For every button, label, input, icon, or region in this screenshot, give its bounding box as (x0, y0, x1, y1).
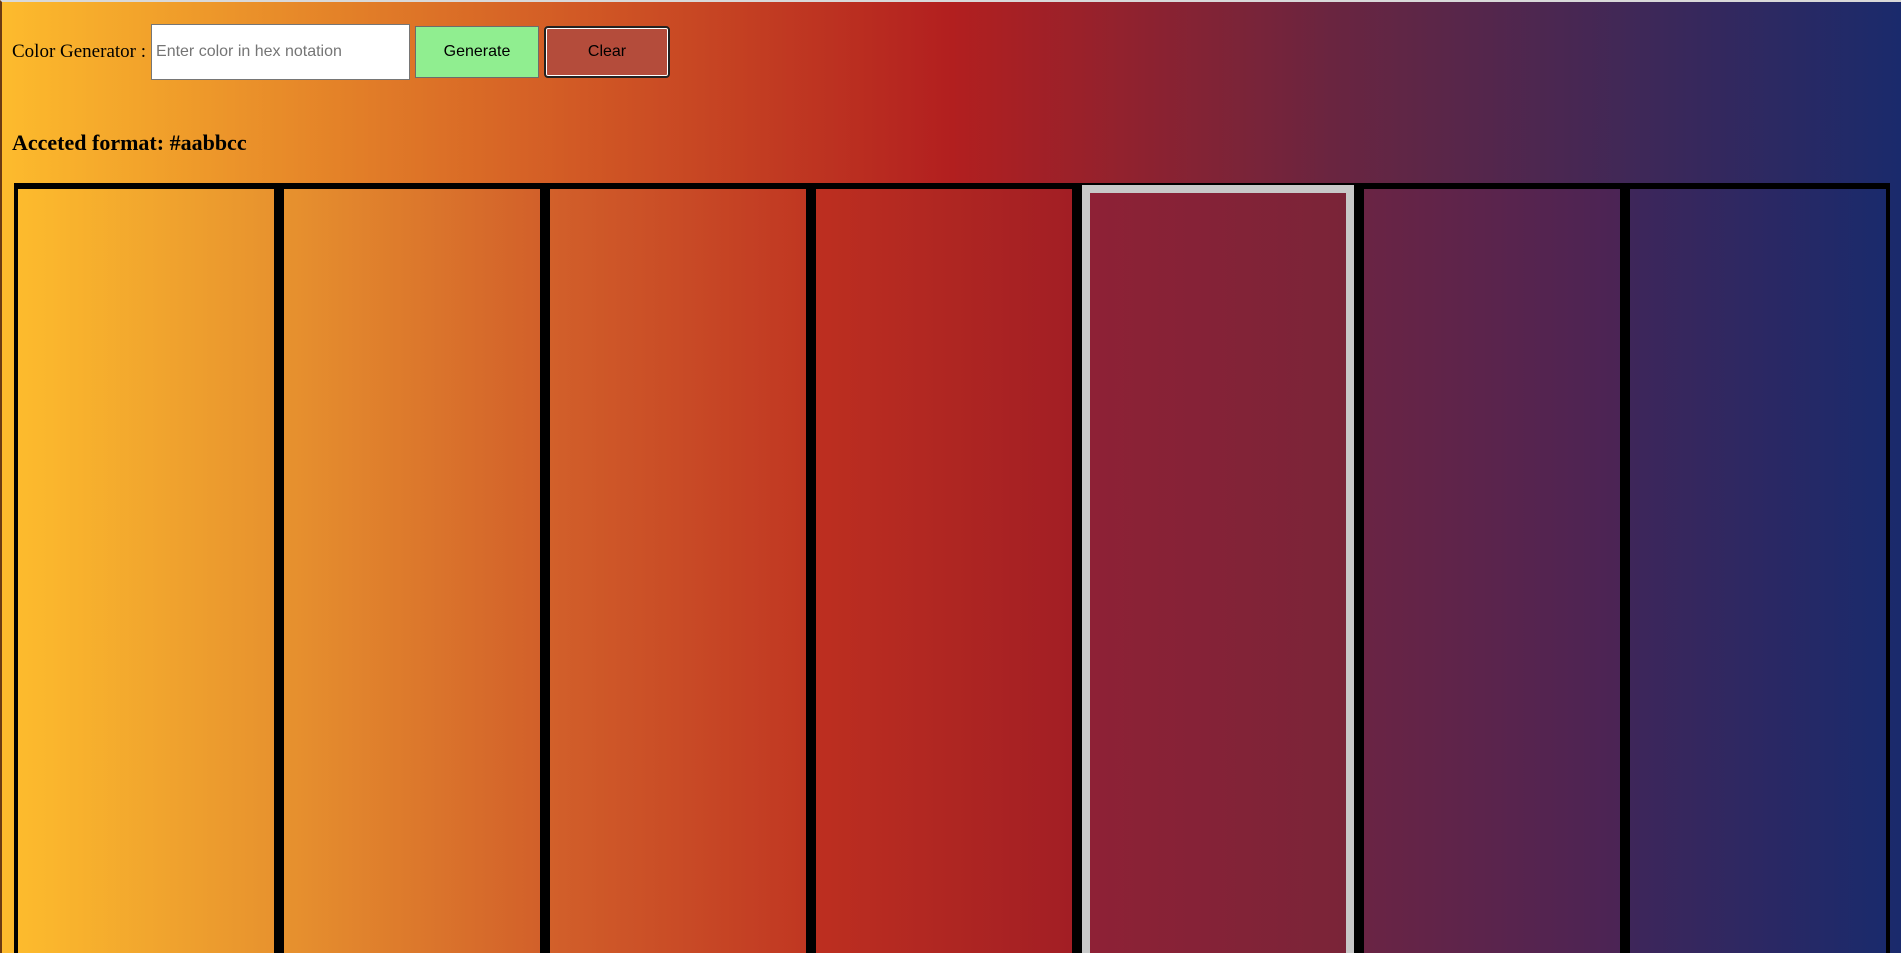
color-swatch-3[interactable] (550, 189, 806, 953)
generate-button[interactable]: Generate (415, 26, 540, 78)
color-swatch-1[interactable] (18, 189, 274, 953)
color-swatch-grid (14, 183, 1890, 953)
hex-color-input[interactable] (151, 24, 411, 80)
generator-toolbar: Color Generator : Generate Clear (12, 22, 675, 82)
color-generator-label: Color Generator : (12, 41, 147, 62)
color-swatch-4[interactable] (816, 189, 1072, 953)
color-swatch-5[interactable] (1082, 185, 1354, 953)
color-swatch-2[interactable] (284, 189, 540, 953)
clear-button[interactable]: Clear (544, 26, 671, 78)
color-swatch-6[interactable] (1364, 189, 1620, 953)
color-swatch-7[interactable] (1630, 189, 1886, 953)
accepted-format-note: Acceted format: #aabbcc (12, 130, 247, 155)
